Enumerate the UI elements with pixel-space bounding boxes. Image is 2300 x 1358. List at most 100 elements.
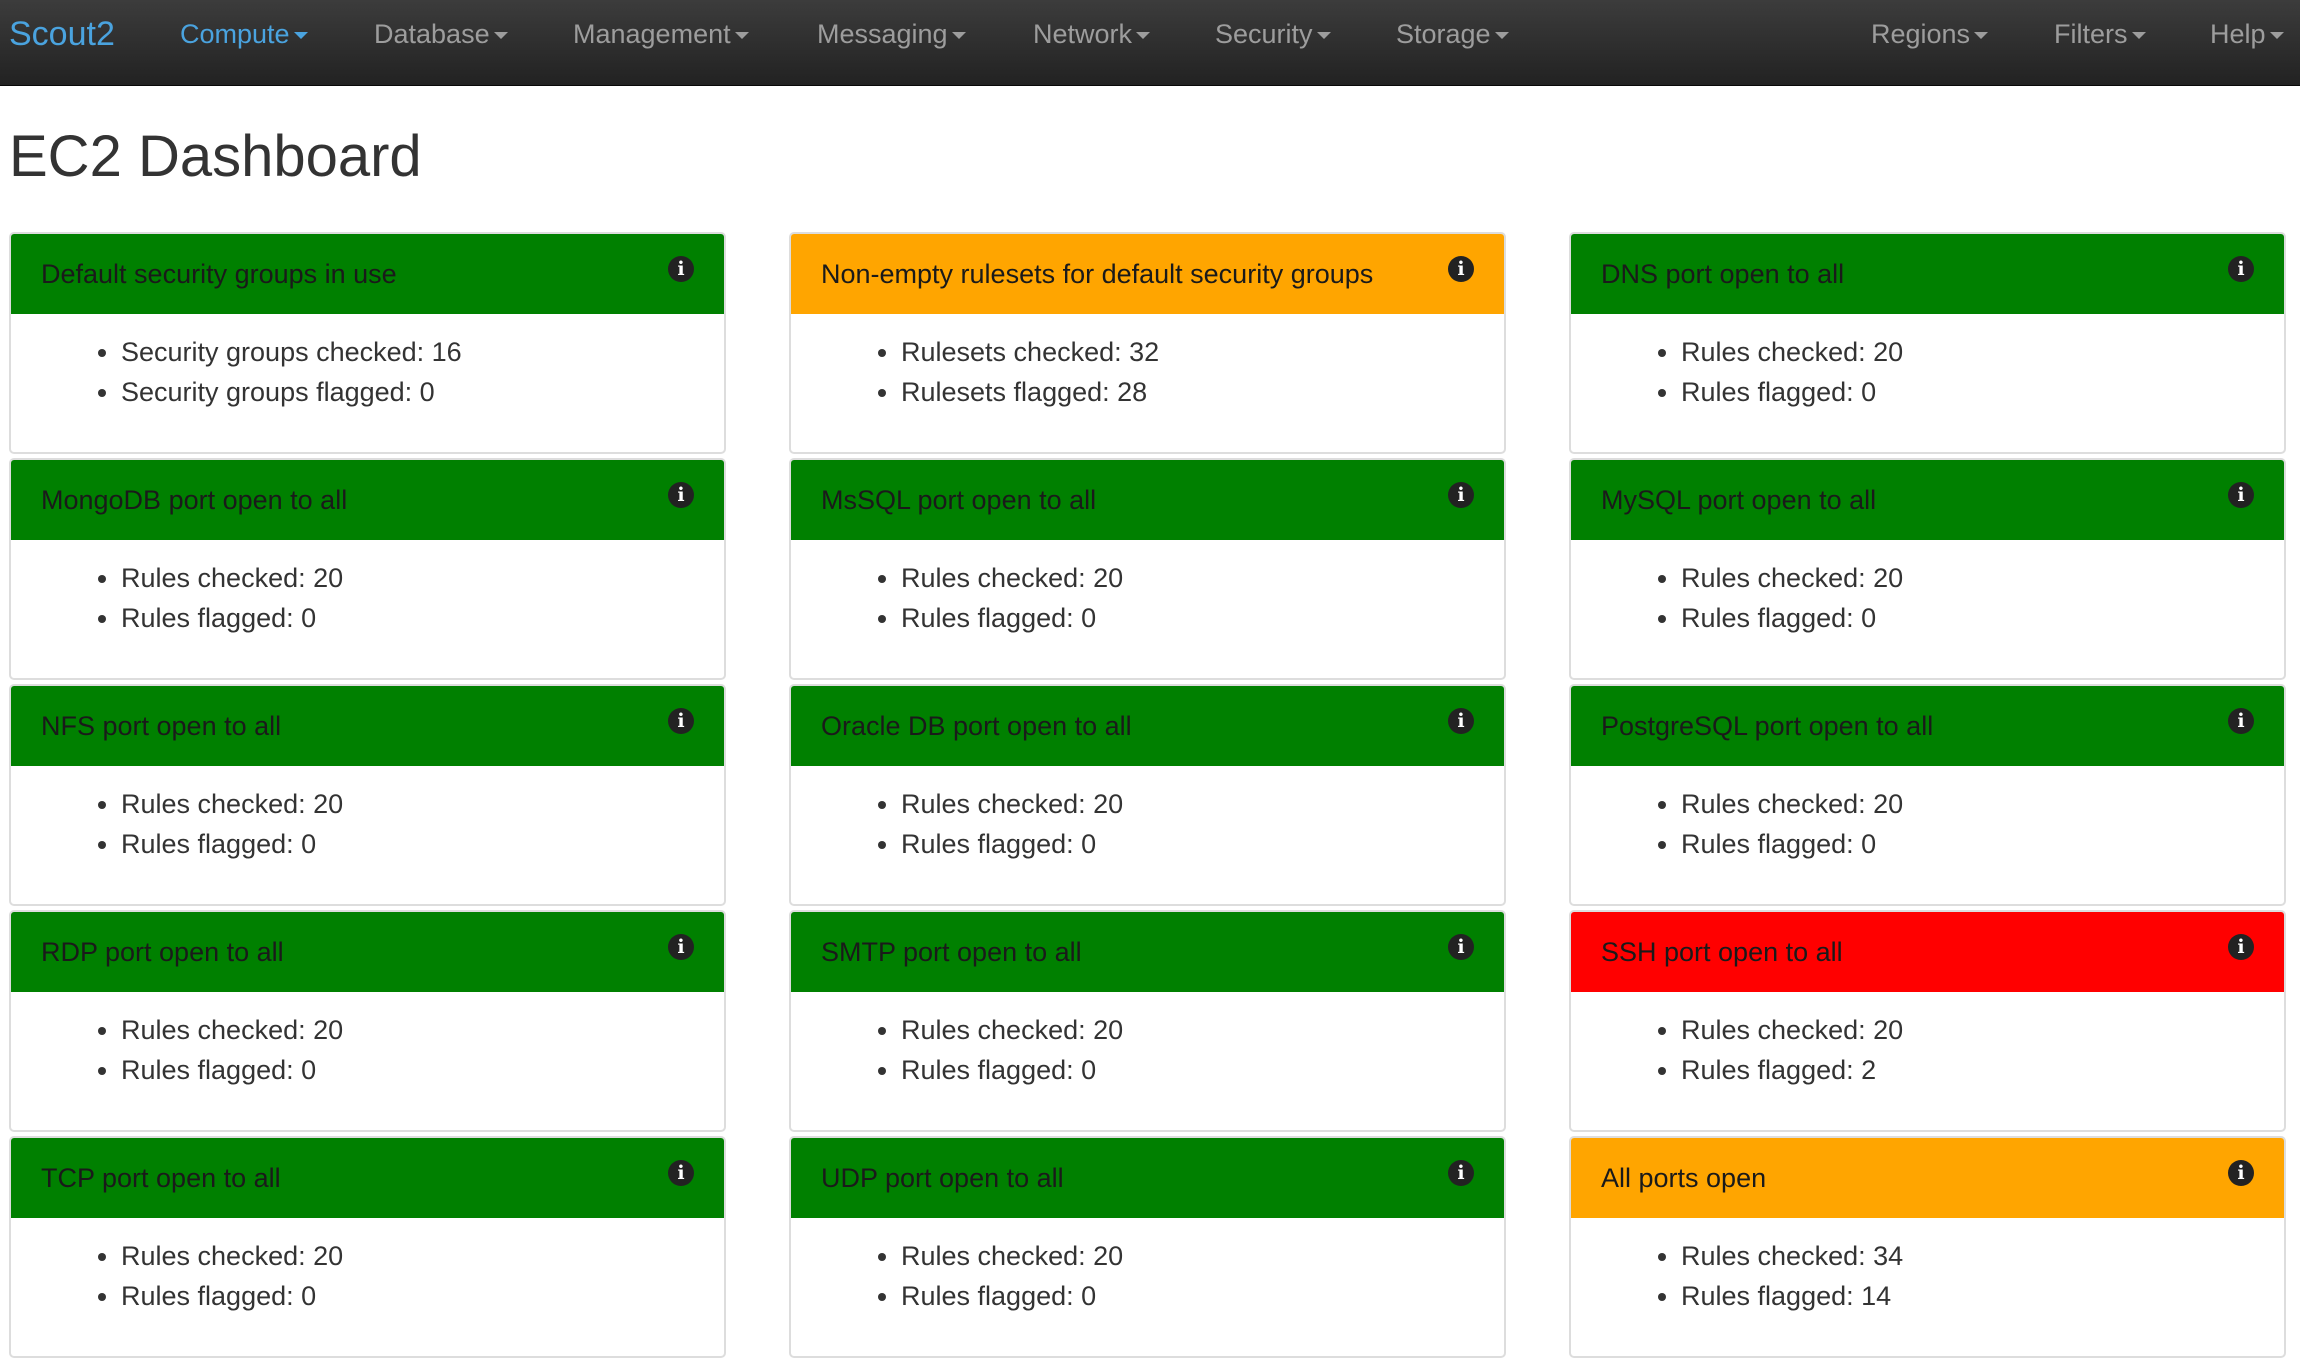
nav-menu-security[interactable]: Security — [1215, 18, 1331, 50]
finding-card-header[interactable]: MongoDB port open to all i — [11, 460, 724, 540]
info-icon[interactable]: i — [1448, 256, 1474, 282]
finding-title: MsSQL port open to all — [821, 485, 1097, 515]
info-icon[interactable]: i — [2228, 482, 2254, 508]
finding-stats-list: Rules checked: 20Rules flagged: 0 — [791, 558, 1504, 638]
finding-card-header[interactable]: NFS port open to all i — [11, 686, 724, 766]
finding-title: Non-empty rulesets for default security … — [821, 259, 1374, 289]
nav-menu-network[interactable]: Network — [1033, 18, 1151, 50]
info-icon[interactable]: i — [1448, 708, 1474, 734]
finding-title: MySQL port open to all — [1601, 485, 1877, 515]
checked-count: Security groups checked: 16 — [121, 332, 724, 372]
finding-card-body: Rules checked: 20Rules flagged: 0 — [1571, 558, 2284, 638]
finding-card: DNS port open to all i Rules checked: 20Ru… — [1569, 232, 2286, 454]
finding-stats-list: Rules checked: 20Rules flagged: 0 — [791, 784, 1504, 864]
nav-menu-help[interactable]: Help — [2210, 18, 2284, 50]
caret-down-icon — [2269, 32, 2284, 40]
info-icon[interactable]: i — [668, 482, 694, 508]
finding-card-header[interactable]: Non-empty rulesets for default security … — [791, 234, 1504, 314]
info-icon[interactable]: i — [2228, 934, 2254, 960]
flagged-count: Security groups flagged: 0 — [121, 372, 724, 412]
nav-menu-regions[interactable]: Regions — [1871, 18, 1989, 50]
finding-card: All ports open i Rules checked: 34Rules fl… — [1569, 1136, 2286, 1358]
finding-card-header[interactable]: UDP port open to all i — [791, 1138, 1504, 1218]
nav-menu-regions-label: Regions — [1871, 19, 1971, 49]
caret-down-icon — [1136, 32, 1151, 40]
checked-count: Rules checked: 20 — [901, 1236, 1504, 1276]
nav-menu-database[interactable]: Database — [374, 18, 508, 50]
finding-card-body: Rules checked: 20Rules flagged: 0 — [11, 1236, 724, 1316]
info-icon[interactable]: i — [1448, 934, 1474, 960]
finding-stats-list: Rules checked: 20Rules flagged: 2 — [1571, 1010, 2284, 1090]
flagged-count: Rules flagged: 0 — [901, 1050, 1504, 1090]
finding-card-header[interactable]: Default security groups in use i — [11, 234, 724, 314]
finding-card-header[interactable]: SMTP port open to all i — [791, 912, 1504, 992]
info-icon[interactable]: i — [1448, 1160, 1474, 1186]
nav-menu-filters[interactable]: Filters — [2054, 18, 2146, 50]
finding-card-header[interactable]: RDP port open to all i — [11, 912, 724, 992]
finding-title: MongoDB port open to all — [41, 485, 348, 515]
caret-down-icon — [1316, 32, 1331, 40]
nav-menu-security-label: Security — [1215, 19, 1313, 49]
flagged-count: Rules flagged: 0 — [901, 1276, 1504, 1316]
nav-menu-storage[interactable]: Storage — [1396, 18, 1509, 50]
finding-card: NFS port open to all i Rules checked: 20Ru… — [9, 684, 726, 906]
nav-menu-database-label: Database — [374, 19, 490, 49]
flagged-count: Rules flagged: 0 — [121, 824, 724, 864]
caret-down-icon — [2131, 32, 2146, 40]
info-icon[interactable]: i — [668, 256, 694, 282]
finding-card-body: Rules checked: 20Rules flagged: 2 — [1571, 1010, 2284, 1090]
nav-menu-storage-label: Storage — [1396, 19, 1491, 49]
finding-card: MySQL port open to all i Rules checked: 20… — [1569, 458, 2286, 680]
finding-title: Oracle DB port open to all — [821, 711, 1132, 741]
finding-card: MongoDB port open to all i Rules checked: … — [9, 458, 726, 680]
finding-card-header[interactable]: SSH port open to all i — [1571, 912, 2284, 992]
flagged-count: Rules flagged: 0 — [121, 598, 724, 638]
flagged-count: Rules flagged: 0 — [121, 1050, 724, 1090]
finding-title: PostgreSQL port open to all — [1601, 711, 1934, 741]
checked-count: Rules checked: 20 — [901, 1010, 1504, 1050]
finding-title: NFS port open to all — [41, 711, 282, 741]
finding-card: RDP port open to all i Rules checked: 20Ru… — [9, 910, 726, 1132]
finding-card-body: Rulesets checked: 32Rulesets flagged: 28 — [791, 332, 1504, 412]
top-navbar: Scout2 Compute Database Management Messa… — [0, 0, 2300, 86]
finding-card-header[interactable]: MsSQL port open to all i — [791, 460, 1504, 540]
finding-card-header[interactable]: DNS port open to all i — [1571, 234, 2284, 314]
finding-card-header[interactable]: PostgreSQL port open to all i — [1571, 686, 2284, 766]
nav-menu-compute-label: Compute — [180, 19, 290, 49]
info-icon[interactable]: i — [668, 708, 694, 734]
finding-card: Non-empty rulesets for default security … — [789, 232, 1506, 454]
info-icon[interactable]: i — [2228, 1160, 2254, 1186]
finding-stats-list: Rules checked: 20Rules flagged: 0 — [11, 558, 724, 638]
finding-stats-list: Rulesets checked: 32Rulesets flagged: 28 — [791, 332, 1504, 412]
info-icon[interactable]: i — [668, 1160, 694, 1186]
finding-card-header[interactable]: Oracle DB port open to all i — [791, 686, 1504, 766]
finding-card-header[interactable]: All ports open i — [1571, 1138, 2284, 1218]
checked-count: Rules checked: 34 — [1681, 1236, 2284, 1276]
finding-title: RDP port open to all — [41, 937, 284, 967]
finding-card: SMTP port open to all i Rules checked: 20R… — [789, 910, 1506, 1132]
info-icon[interactable]: i — [2228, 256, 2254, 282]
flagged-count: Rules flagged: 0 — [1681, 372, 2284, 412]
info-icon[interactable]: i — [2228, 708, 2254, 734]
brand-link[interactable]: Scout2 — [9, 16, 115, 52]
finding-title: UDP port open to all — [821, 1163, 1064, 1193]
finding-stats-list: Rules checked: 20Rules flagged: 0 — [11, 784, 724, 864]
finding-card-body: Rules checked: 20Rules flagged: 0 — [11, 1010, 724, 1090]
finding-card-body: Rules checked: 20Rules flagged: 0 — [11, 784, 724, 864]
finding-card-header[interactable]: TCP port open to all i — [11, 1138, 724, 1218]
checked-count: Rules checked: 20 — [901, 784, 1504, 824]
caret-down-icon — [293, 32, 308, 40]
finding-card: UDP port open to all i Rules checked: 20Ru… — [789, 1136, 1506, 1358]
nav-menu-management[interactable]: Management — [573, 18, 749, 50]
finding-stats-list: Rules checked: 20Rules flagged: 0 — [11, 1010, 724, 1090]
nav-menu-compute[interactable]: Compute — [180, 18, 308, 50]
finding-title: SMTP port open to all — [821, 937, 1082, 967]
caret-down-icon — [493, 32, 508, 40]
checked-count: Rulesets checked: 32 — [901, 332, 1504, 372]
info-icon[interactable]: i — [1448, 482, 1474, 508]
finding-card-header[interactable]: MySQL port open to all i — [1571, 460, 2284, 540]
nav-menu-messaging[interactable]: Messaging — [817, 18, 966, 50]
finding-card-body: Security groups checked: 16Security grou… — [11, 332, 724, 412]
nav-menu-network-label: Network — [1033, 19, 1133, 49]
info-icon[interactable]: i — [668, 934, 694, 960]
